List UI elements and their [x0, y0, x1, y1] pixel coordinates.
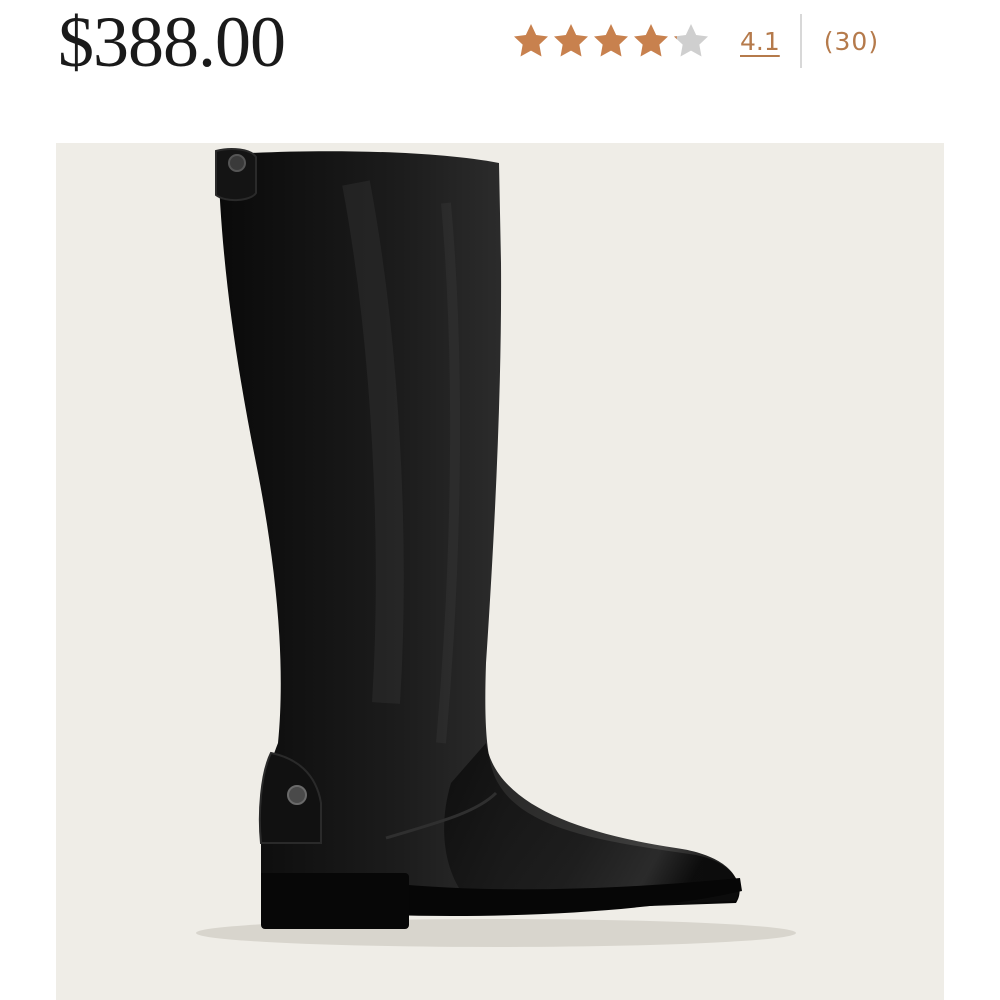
star-empty-icon — [674, 24, 708, 57]
product-image[interactable] — [56, 143, 944, 1000]
rating-divider — [799, 14, 802, 68]
product-rating[interactable]: 4.1 (30) — [510, 14, 879, 68]
star-icon — [514, 24, 548, 57]
product-price: $388.00 — [58, 2, 286, 82]
star-rating — [510, 21, 710, 61]
star-icon — [554, 24, 588, 57]
boot-image — [196, 148, 796, 947]
star-icon — [594, 24, 628, 57]
product-header: $388.00 4.1 (30) — [0, 0, 1000, 110]
review-count-link[interactable]: (30) — [824, 27, 879, 56]
star-icon — [634, 24, 668, 57]
rating-value-link[interactable]: 4.1 — [740, 27, 780, 56]
